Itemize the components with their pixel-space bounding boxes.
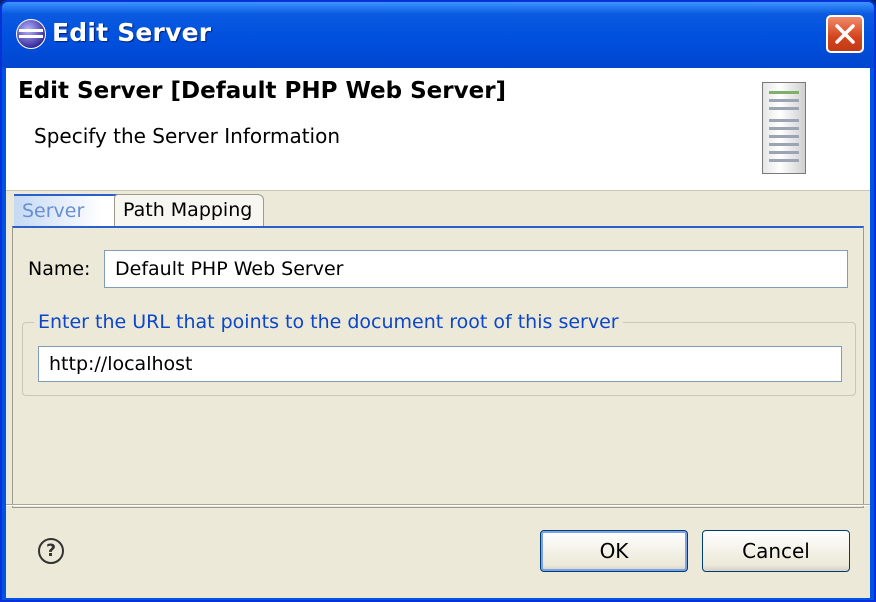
banner-subtitle: Specify the Server Information — [34, 124, 341, 148]
header-banner: Edit Server [Default PHP Web Server] Spe… — [6, 68, 870, 191]
banner-title: Edit Server [Default PHP Web Server] — [18, 78, 507, 104]
window-title: Edit Server — [52, 18, 212, 47]
url-input[interactable]: http://localhost — [38, 346, 842, 382]
close-button[interactable] — [826, 15, 864, 53]
eclipse-app-icon — [16, 19, 46, 49]
tab-bar: Server Path Mapping — [14, 194, 862, 226]
url-group-label: Enter the URL that points to the documen… — [34, 311, 623, 333]
help-icon[interactable]: ? — [38, 538, 64, 564]
name-label: Name: — [28, 258, 91, 280]
tab-path-mapping[interactable]: Path Mapping — [114, 194, 264, 226]
tab-server[interactable]: Server — [14, 194, 118, 226]
title-bar[interactable]: Edit Server — [2, 2, 874, 68]
ok-button[interactable]: OK — [540, 530, 688, 572]
cancel-button[interactable]: Cancel — [702, 530, 850, 572]
button-bar-separator — [6, 504, 870, 506]
dialog-client-area: Edit Server [Default PHP Web Server] Spe… — [6, 68, 870, 598]
dialog-window: Edit Server Edit Server [Default PHP Web… — [0, 0, 876, 602]
name-input[interactable]: Default PHP Web Server — [104, 250, 848, 288]
close-icon — [835, 24, 855, 44]
server-icon — [762, 82, 806, 174]
